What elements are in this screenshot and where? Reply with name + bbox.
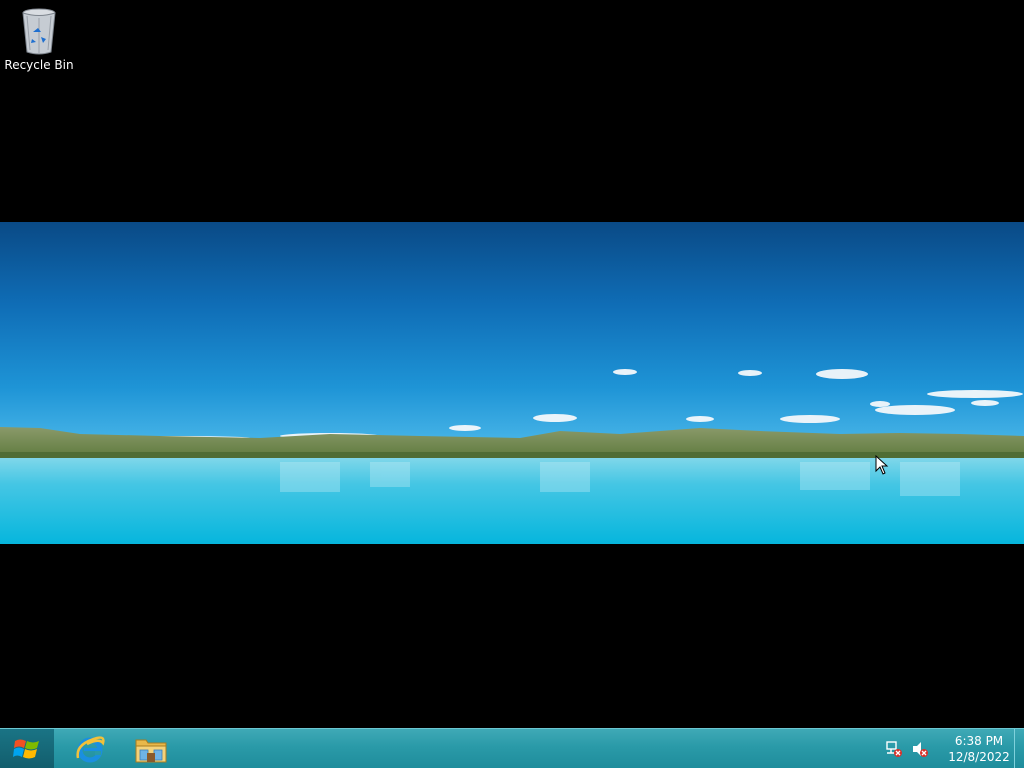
network-tray-button[interactable] [884, 739, 904, 759]
system-tray: 6:38 PM 12/8/2022 [884, 729, 1010, 768]
file-explorer-icon [135, 739, 167, 762]
taskbar-clock[interactable]: 6:38 PM 12/8/2022 [948, 733, 1010, 765]
recycle-bin-label: Recycle Bin [4, 58, 74, 72]
taskbar: 6:38 PM 12/8/2022 [0, 728, 1024, 768]
network-disconnected-icon [886, 740, 902, 757]
desktop-icon-recycle-bin[interactable]: Recycle Bin [4, 4, 74, 76]
clock-time: 6:38 PM [954, 733, 1004, 748]
start-button[interactable] [0, 729, 54, 768]
taskbar-internet-explorer-button[interactable] [62, 729, 118, 768]
taskbar-file-explorer-button[interactable] [123, 729, 179, 768]
volume-tray-button[interactable] [910, 739, 930, 759]
mouse-cursor-icon [875, 455, 889, 475]
desktop[interactable]: Recycle Bin 6:38 PM 12/8/2022 [0, 0, 1024, 768]
recycle-bin-icon [22, 8, 56, 55]
show-desktop-button[interactable] [1014, 729, 1024, 768]
wallpaper-image [0, 222, 1024, 544]
clock-date: 12/8/2022 [948, 749, 1010, 764]
volume-muted-icon [913, 741, 928, 757]
internet-explorer-icon [76, 735, 105, 762]
windows-logo-icon [13, 739, 39, 758]
